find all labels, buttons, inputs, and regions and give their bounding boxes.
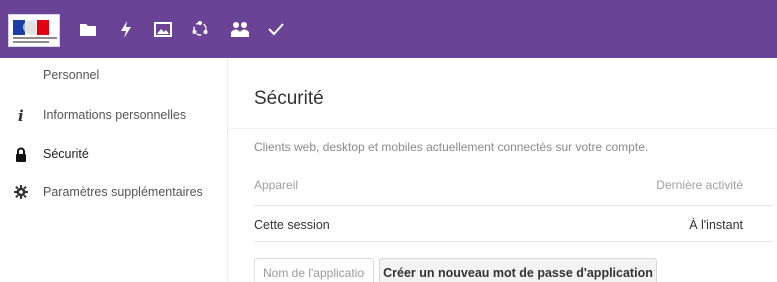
logo-republique-francaise[interactable] [8,14,60,47]
logo-caption-line-2 [13,41,49,43]
column-header-device: Appareil [254,178,299,192]
sidebar-item-label: Sécurité [43,147,89,161]
section-description: Clients web, desktop et mobiles actuelle… [254,140,649,154]
app-name-input[interactable] [254,258,374,282]
table-cell-last-activity: À l'instant [689,218,743,232]
row-divider [254,241,773,242]
svg-text:i: i [18,107,24,123]
checkmark-icon[interactable] [266,20,286,38]
column-header-last-activity: Dernière activité [656,178,743,192]
sidebar-item-securite[interactable]: Sécurité [0,139,228,169]
top-header [0,0,777,58]
lightning-icon[interactable] [116,20,136,38]
image-icon[interactable] [153,20,173,38]
info-icon: i [13,107,29,123]
main-content: Sécurité Clients web, desktop et mobiles… [229,58,777,282]
create-app-password-button[interactable]: Créer un nouveau mot de passe d'applicat… [379,258,657,282]
sidebar-item-label: Paramètres supplémentaires [43,185,203,199]
flag-red-band [37,20,49,35]
section-divider [229,128,777,129]
gear-icon [13,184,29,200]
sidebar: Personnel i Informations personnelles Sé… [0,58,228,282]
marianne-emblem [23,21,37,34]
sidebar-item-label: Informations personnelles [43,108,187,122]
lock-icon [13,146,29,162]
logo-caption-line [13,37,57,39]
page-title: Sécurité [254,88,324,109]
sidebar-heading: Personnel [43,68,100,82]
table-cell-device: Cette session [254,218,330,232]
sidebar-item-informations-personnelles[interactable]: i Informations personnelles [0,100,228,130]
header-divider [254,205,773,206]
contacts-icon[interactable] [230,20,250,38]
folder-icon[interactable] [78,20,98,38]
circle-nodes-icon[interactable] [190,20,210,38]
sidebar-item-parametres-supplementaires[interactable]: Paramètres supplémentaires [0,177,228,207]
